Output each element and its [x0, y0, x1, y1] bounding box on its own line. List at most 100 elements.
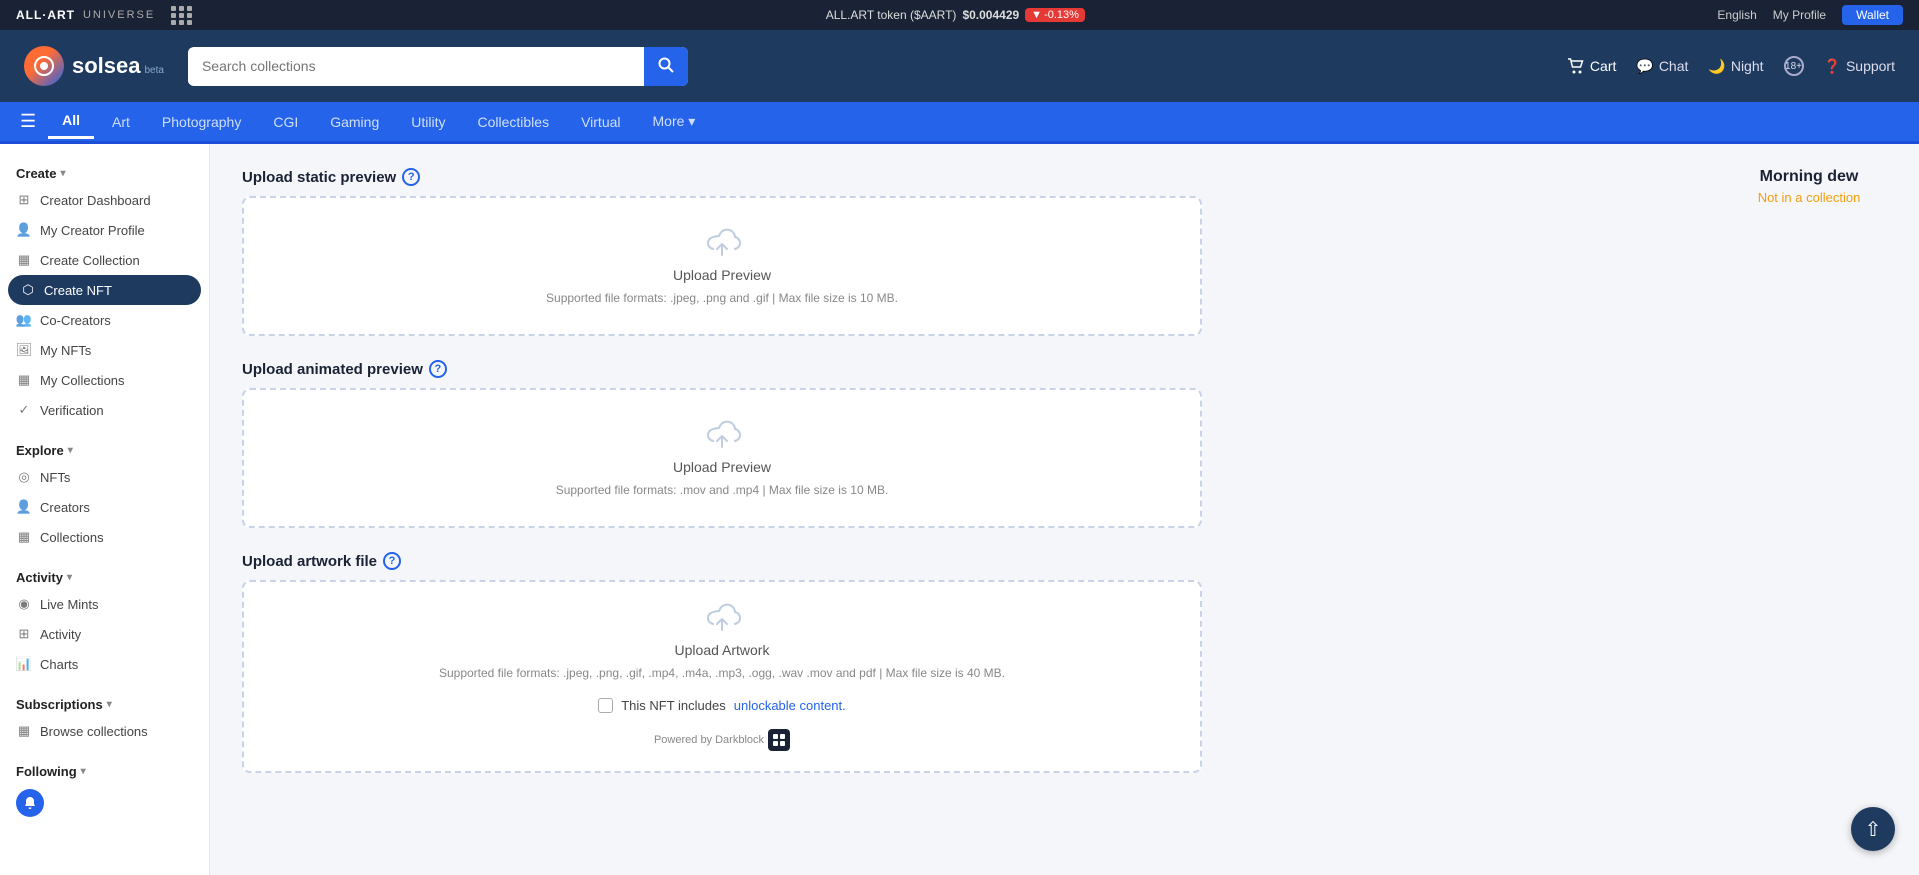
charts-icon: 📊 — [16, 656, 32, 672]
following-section-title[interactable]: Following ▾ — [0, 754, 209, 783]
sidebar-item-collections[interactable]: ▦ Collections — [0, 522, 209, 552]
nav-item-gaming[interactable]: Gaming — [316, 106, 393, 138]
search-button[interactable] — [644, 47, 688, 86]
chat-label: Chat — [1659, 58, 1689, 74]
unlockable-text: This NFT includes — [621, 698, 726, 713]
create-chevron: ▾ — [60, 168, 65, 179]
nav-item-more[interactable]: More ▾ — [639, 105, 710, 138]
upload-animated-title: Upload Preview — [673, 459, 771, 475]
activity-section-title[interactable]: Activity ▾ — [0, 560, 209, 589]
following-notification — [0, 783, 209, 823]
activity-icon: ⊞ — [16, 626, 32, 642]
unlockable-link[interactable]: unlockable content. — [734, 698, 846, 713]
main-content: Upload static preview ? Upload Preview S… — [210, 144, 1699, 875]
header: solsea beta Cart 💬 C — [0, 30, 1919, 102]
sidebar-item-co-creators[interactable]: 👥 Co-Creators — [0, 305, 209, 335]
upload-static-title: Upload Preview — [673, 267, 771, 283]
grid-icon: ⊞ — [16, 192, 32, 208]
cart-button[interactable]: Cart — [1567, 58, 1616, 74]
sidebar-item-my-collections[interactable]: ▦ My Collections — [0, 365, 209, 395]
nav-item-all[interactable]: All — [48, 104, 94, 139]
nav-item-utility[interactable]: Utility — [397, 106, 459, 138]
sidebar-item-my-nfts[interactable]: 🖼 My NFTs — [0, 335, 209, 365]
upload-static-label: Upload static preview ? — [242, 168, 1202, 186]
moon-icon: 🌙 — [1708, 58, 1725, 75]
universe-label: UNIVERSE — [83, 9, 155, 21]
upload-static-box[interactable]: Upload Preview Supported file formats: .… — [242, 196, 1202, 336]
upload-artwork-box[interactable]: Upload Artwork Supported file formats: .… — [242, 580, 1202, 773]
support-button[interactable]: ❓ Support — [1824, 58, 1895, 75]
hamburger-icon[interactable]: ☰ — [20, 111, 36, 132]
right-panel: Morning dew Not in a collection — [1699, 144, 1919, 875]
nav-item-photography[interactable]: Photography — [148, 106, 255, 138]
sidebar-item-charts[interactable]: 📊 Charts — [0, 649, 209, 679]
top-bar-left: ALL·ART UNIVERSE — [16, 6, 193, 25]
collection-icon: ▦ — [16, 252, 32, 268]
co-creators-icon: 👥 — [16, 312, 32, 328]
my-collections-icon: ▦ — [16, 372, 32, 388]
bell-icon — [23, 796, 37, 810]
profile-menu[interactable]: My Profile — [1773, 8, 1826, 22]
creators-icon: 👤 — [16, 499, 32, 515]
wallet-button[interactable]: Wallet — [1842, 5, 1903, 25]
nav-item-art[interactable]: Art — [98, 106, 144, 138]
night-label: Night — [1731, 58, 1764, 74]
sidebar-item-creator-profile[interactable]: 👤 My Creator Profile — [0, 215, 209, 245]
darkblock-icon — [768, 729, 790, 751]
search-input[interactable] — [188, 48, 644, 84]
upload-artwork-hint: Supported file formats: .jpeg, .png, .gi… — [439, 666, 1005, 680]
sidebar-item-create-collection[interactable]: ▦ Create Collection — [0, 245, 209, 275]
nav-item-cgi[interactable]: CGI — [259, 106, 312, 138]
upload-artwork-title: Upload Artwork — [675, 642, 770, 658]
sidebar-item-creators[interactable]: 👤 Creators — [0, 492, 209, 522]
solsea-logo-svg — [33, 55, 55, 77]
chat-button[interactable]: 💬 Chat — [1636, 58, 1688, 75]
nfts-icon: ◎ — [16, 469, 32, 485]
sidebar-item-browse-collections[interactable]: ▦ Browse collections — [0, 716, 209, 746]
top-bar-right: English My Profile Wallet — [1717, 5, 1903, 25]
chat-icon: 💬 — [1636, 58, 1653, 75]
nav-item-collectibles[interactable]: Collectibles — [463, 106, 563, 138]
preview-title: Morning dew — [1715, 168, 1903, 186]
sidebar-item-nfts[interactable]: ◎ NFTs — [0, 462, 209, 492]
unlockable-checkbox[interactable] — [598, 698, 613, 713]
following-icon — [16, 789, 44, 817]
language-selector[interactable]: English — [1717, 8, 1756, 22]
upload-animated-label: Upload animated preview ? — [242, 360, 1202, 378]
sidebar-item-creator-dashboard[interactable]: ⊞ Creator Dashboard — [0, 185, 209, 215]
sidebar: Create ▾ ⊞ Creator Dashboard 👤 My Creato… — [0, 144, 210, 875]
verification-icon: ✓ — [16, 402, 32, 418]
sidebar-item-activity[interactable]: ⊞ Activity — [0, 619, 209, 649]
nav-item-virtual[interactable]: Virtual — [567, 106, 634, 138]
subscriptions-chevron: ▾ — [107, 699, 112, 710]
scroll-to-top-button[interactable]: ⇧ — [1851, 807, 1895, 851]
night-button[interactable]: 🌙 Night — [1708, 58, 1763, 75]
unlockable-row: This NFT includes unlockable content. — [598, 698, 846, 713]
animated-help-icon[interactable]: ? — [429, 360, 447, 378]
cloud-upload-icon — [702, 227, 742, 259]
upload-animated-box[interactable]: Upload Preview Supported file formats: .… — [242, 388, 1202, 528]
age-button[interactable]: 18+ — [1784, 56, 1804, 76]
explore-section-title[interactable]: Explore ▾ — [0, 433, 209, 462]
explore-chevron: ▾ — [68, 445, 73, 456]
create-section-title[interactable]: Create ▾ — [0, 156, 209, 185]
header-actions: Cart 💬 Chat 🌙 Night 18+ ❓ Support — [1567, 56, 1895, 76]
token-label: ALL.ART token ($AART) — [826, 8, 957, 22]
main-layout: Create ▾ ⊞ Creator Dashboard 👤 My Creato… — [0, 144, 1919, 875]
cloud-upload-icon-3 — [702, 602, 742, 634]
search-box — [188, 47, 688, 86]
upload-animated-preview-section: Upload animated preview ? Upload Preview… — [242, 360, 1202, 528]
activity-chevron: ▾ — [67, 572, 72, 583]
static-help-icon[interactable]: ? — [402, 168, 420, 186]
logo-text-area: solsea beta — [72, 53, 164, 79]
top-bar: ALL·ART UNIVERSE ALL.ART token ($AART) $… — [0, 0, 1919, 30]
preview-subtitle: Not in a collection — [1715, 190, 1903, 205]
subscriptions-section-title[interactable]: Subscriptions ▾ — [0, 687, 209, 716]
grid-icon[interactable] — [171, 6, 193, 25]
sidebar-item-create-nft[interactable]: ⬡ Create NFT — [8, 275, 201, 305]
support-label: Support — [1846, 58, 1895, 74]
sidebar-item-verification[interactable]: ✓ Verification — [0, 395, 209, 425]
sidebar-item-live-mints[interactable]: ◉ Live Mints — [0, 589, 209, 619]
collections-icon: ▦ — [16, 529, 32, 545]
artwork-help-icon[interactable]: ? — [383, 552, 401, 570]
